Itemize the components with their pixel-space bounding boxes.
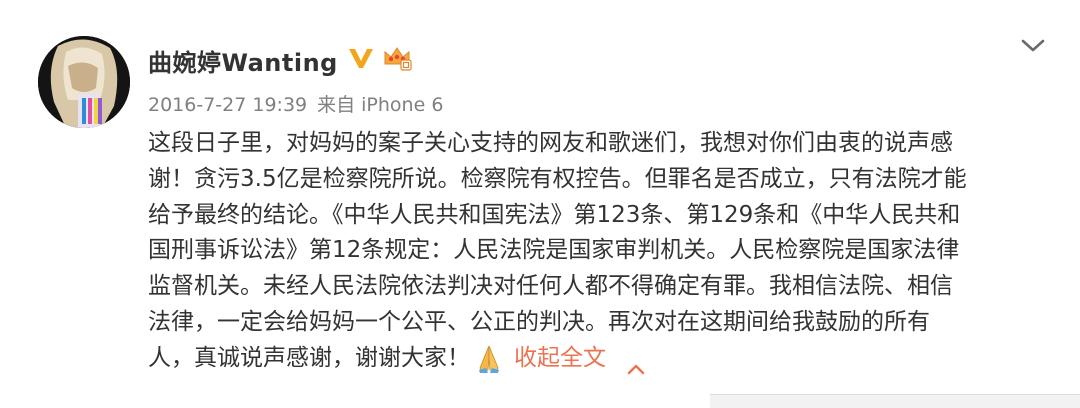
post-body: 这段日子里，对妈妈的案子关心支持的网友和歌迷们，我想对你们由衷的说声感 谢！贪污… (148, 126, 1048, 377)
body-line: 法律，一定会给妈妈一个公平、公正的判决。再次对在这期间给我鼓励的所有 (148, 308, 930, 335)
more-options-chevron-icon[interactable] (1020, 36, 1046, 56)
source-prefix: 来自 (317, 94, 356, 116)
post-meta: 2016-7-27 19:39 来自 iPhone 6 (148, 90, 443, 117)
body-line: 给予最终的结论。《中华人民共和国宪法》第123条、第129条和《中华人民共和 (148, 201, 961, 228)
chevron-up-icon[interactable] (626, 352, 646, 374)
body-line: 国刑事诉讼法》第12条规定：人民法院是国家审判机关。人民检察院是国家法律 (148, 237, 960, 264)
weibo-post-card: 曲婉婷Wanting 2016-7-27 19:39 来自 iPhone 6 这段日… (0, 0, 1080, 408)
body-line: 谢！贪污3.5亿是检察院所说。检察院有权控告。但罪名是否成立，只有法院才能 (148, 165, 967, 192)
avatar-image (38, 36, 130, 128)
pray-icon (476, 344, 502, 374)
avatar[interactable] (38, 36, 130, 128)
post-timestamp[interactable]: 2016-7-27 19:39 (148, 94, 307, 116)
member-crown-icon[interactable] (382, 44, 412, 76)
body-line: 人，真诚说声感谢，谢谢大家！ (148, 344, 470, 371)
verified-v-icon[interactable] (348, 46, 374, 74)
body-last-line: 人，真诚说声感谢，谢谢大家！ 收起全文 (148, 341, 1048, 377)
body-line: 监督机关。未经人民法院依法判决对任何人都不得确定有罪。我相信法院、相信 (148, 273, 953, 300)
body-line: 这段日子里，对妈妈的案子关心支持的网友和歌迷们，我想对你们由衷的说声感 (148, 130, 953, 156)
source-device[interactable]: iPhone 6 (361, 94, 443, 116)
footer-divider (710, 394, 1080, 408)
username-row: 曲婉婷Wanting (148, 40, 412, 80)
collapse-full-text-link[interactable]: 收起全文 (514, 341, 606, 377)
username[interactable]: 曲婉婷Wanting (148, 43, 338, 78)
